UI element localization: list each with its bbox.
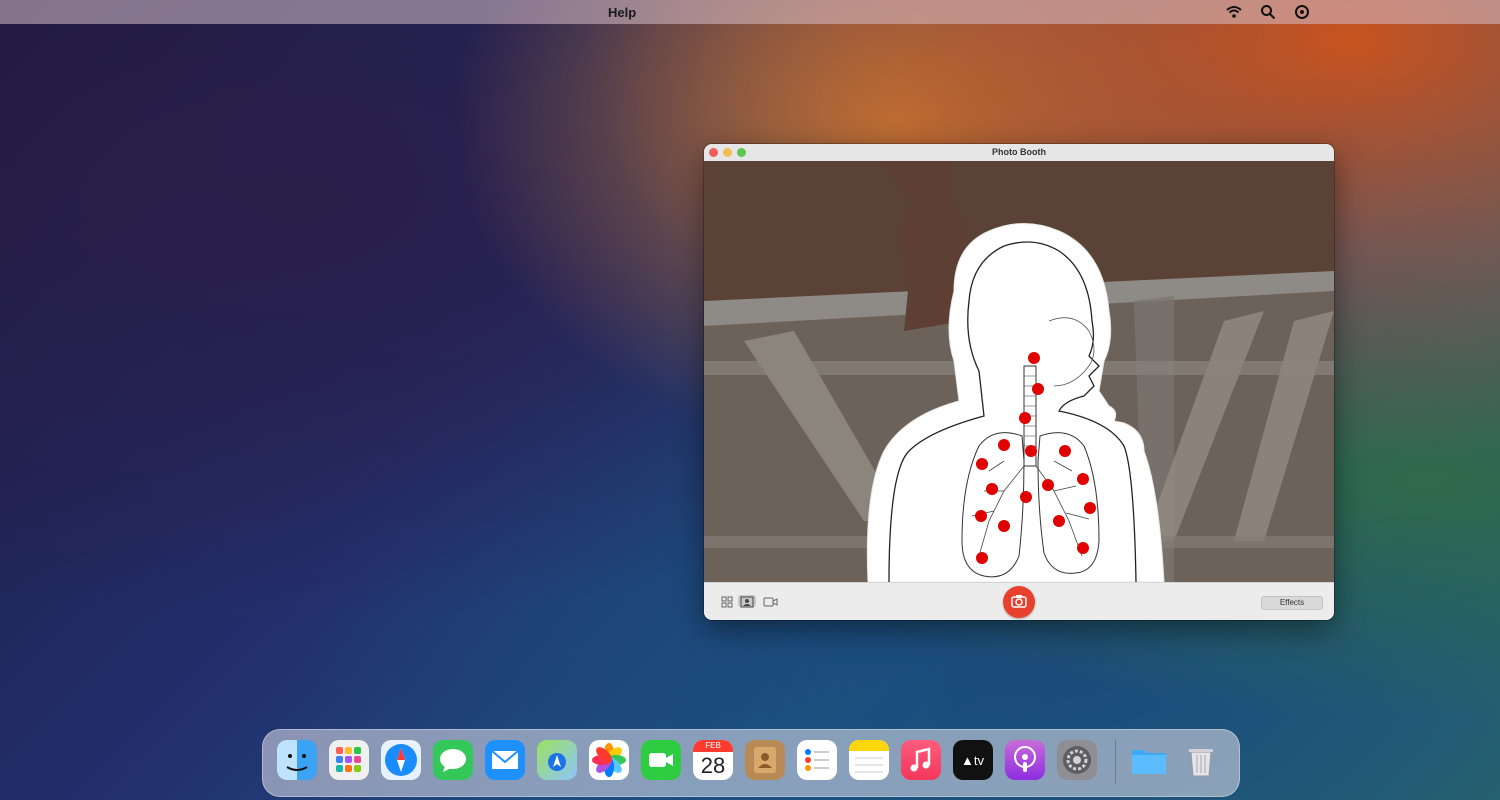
contacts-icon[interactable] xyxy=(745,740,785,780)
window-titlebar[interactable]: Photo Booth xyxy=(704,144,1334,162)
take-photo-button[interactable] xyxy=(1003,586,1035,618)
wifi-icon[interactable] xyxy=(1226,4,1242,20)
dock-separator xyxy=(1115,740,1116,784)
settings-icon[interactable] xyxy=(1057,740,1097,780)
search-icon[interactable] xyxy=(1260,4,1276,20)
dock: FEB 28 ▲tv xyxy=(262,729,1240,797)
reminders-icon[interactable] xyxy=(797,740,837,780)
video-mode-button[interactable] xyxy=(762,595,780,607)
trash-icon[interactable] xyxy=(1181,740,1221,780)
maps-icon[interactable] xyxy=(537,740,577,780)
tv-icon[interactable]: ▲tv xyxy=(953,740,993,780)
photo-frame-icon xyxy=(740,596,754,608)
siri-icon[interactable] xyxy=(1294,4,1310,20)
podcasts-icon[interactable] xyxy=(1005,740,1045,780)
music-icon[interactable] xyxy=(901,740,941,780)
menu-bar: Help xyxy=(0,0,1500,24)
calendar-month: FEB xyxy=(693,740,733,752)
svg-text:▲tv: ▲tv xyxy=(961,753,984,768)
folder-icon[interactable] xyxy=(1129,740,1169,780)
bottom-toolbar: Effects xyxy=(704,582,1334,620)
camera-scene xyxy=(704,161,1334,582)
menu-extras xyxy=(1226,4,1310,20)
video-camera-icon xyxy=(763,597,778,607)
window-title: Photo Booth xyxy=(992,147,1046,157)
mail-icon[interactable] xyxy=(485,740,525,780)
photo-booth-window: Photo Booth Effects xyxy=(704,144,1334,620)
launchpad-icon[interactable] xyxy=(329,740,369,780)
safari-icon[interactable] xyxy=(381,740,421,780)
calendar-day: 28 xyxy=(700,753,726,778)
photos-icon[interactable] xyxy=(589,740,629,780)
effects-button[interactable]: Effects xyxy=(1261,596,1323,610)
calendar-icon[interactable]: FEB 28 xyxy=(693,740,733,780)
menu-help[interactable]: Help xyxy=(608,5,636,20)
four-up-mode-button[interactable] xyxy=(718,595,736,608)
finder-icon[interactable] xyxy=(277,740,317,780)
camera-preview xyxy=(704,161,1334,582)
single-photo-mode-button[interactable] xyxy=(738,595,756,608)
notes-icon[interactable] xyxy=(849,740,889,780)
messages-icon[interactable] xyxy=(433,740,473,780)
grid-icon xyxy=(721,596,733,608)
camera-icon xyxy=(1011,595,1027,608)
facetime-icon[interactable] xyxy=(641,740,681,780)
